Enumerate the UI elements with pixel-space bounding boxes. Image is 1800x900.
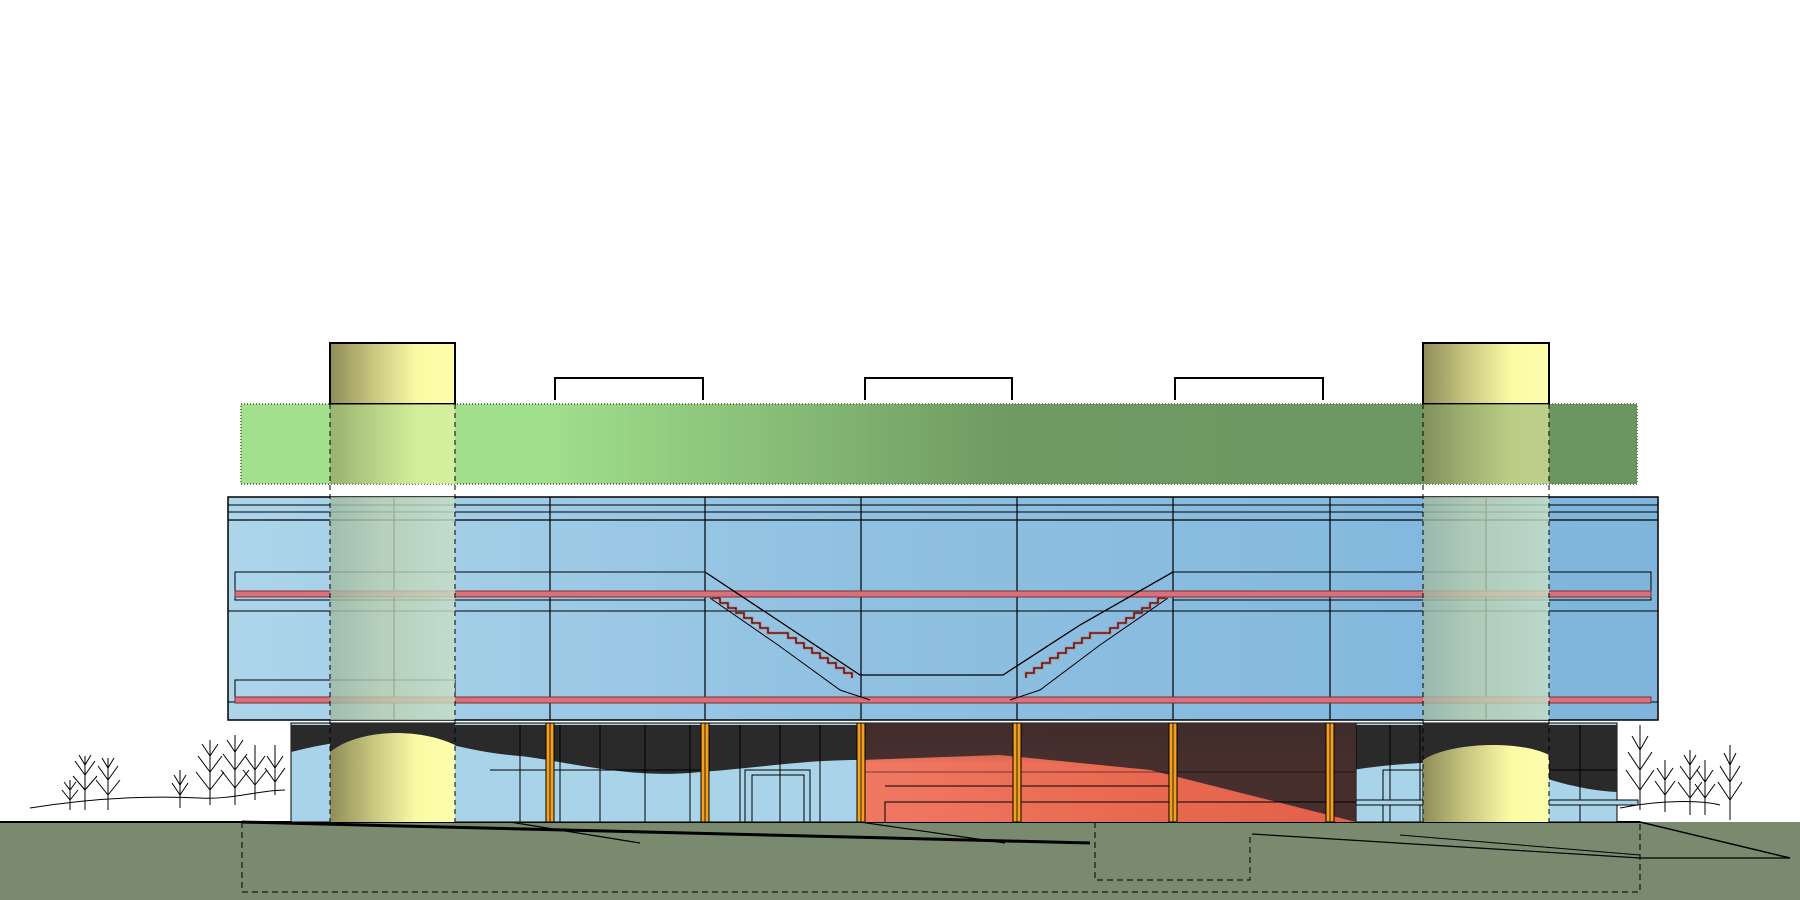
tree-left-3 (61, 780, 79, 810)
red-lobby-volume (860, 722, 1357, 823)
tree-right-1 (1625, 725, 1655, 810)
ground-section (0, 820, 1800, 900)
elevation-drawing (0, 0, 1800, 900)
rooftop-frames (554, 377, 1324, 400)
tree-left-8 (264, 745, 286, 795)
tree-left-2 (95, 757, 121, 810)
elevation-svg (0, 342, 1800, 900)
left-tower (329, 342, 456, 822)
right-tower (1422, 342, 1550, 822)
tree-left-5 (195, 740, 225, 805)
tree-right-2 (1654, 760, 1676, 812)
tree-right-3 (1677, 750, 1703, 815)
tree-left-4 (171, 770, 189, 808)
tree-right-5 (1717, 745, 1743, 820)
